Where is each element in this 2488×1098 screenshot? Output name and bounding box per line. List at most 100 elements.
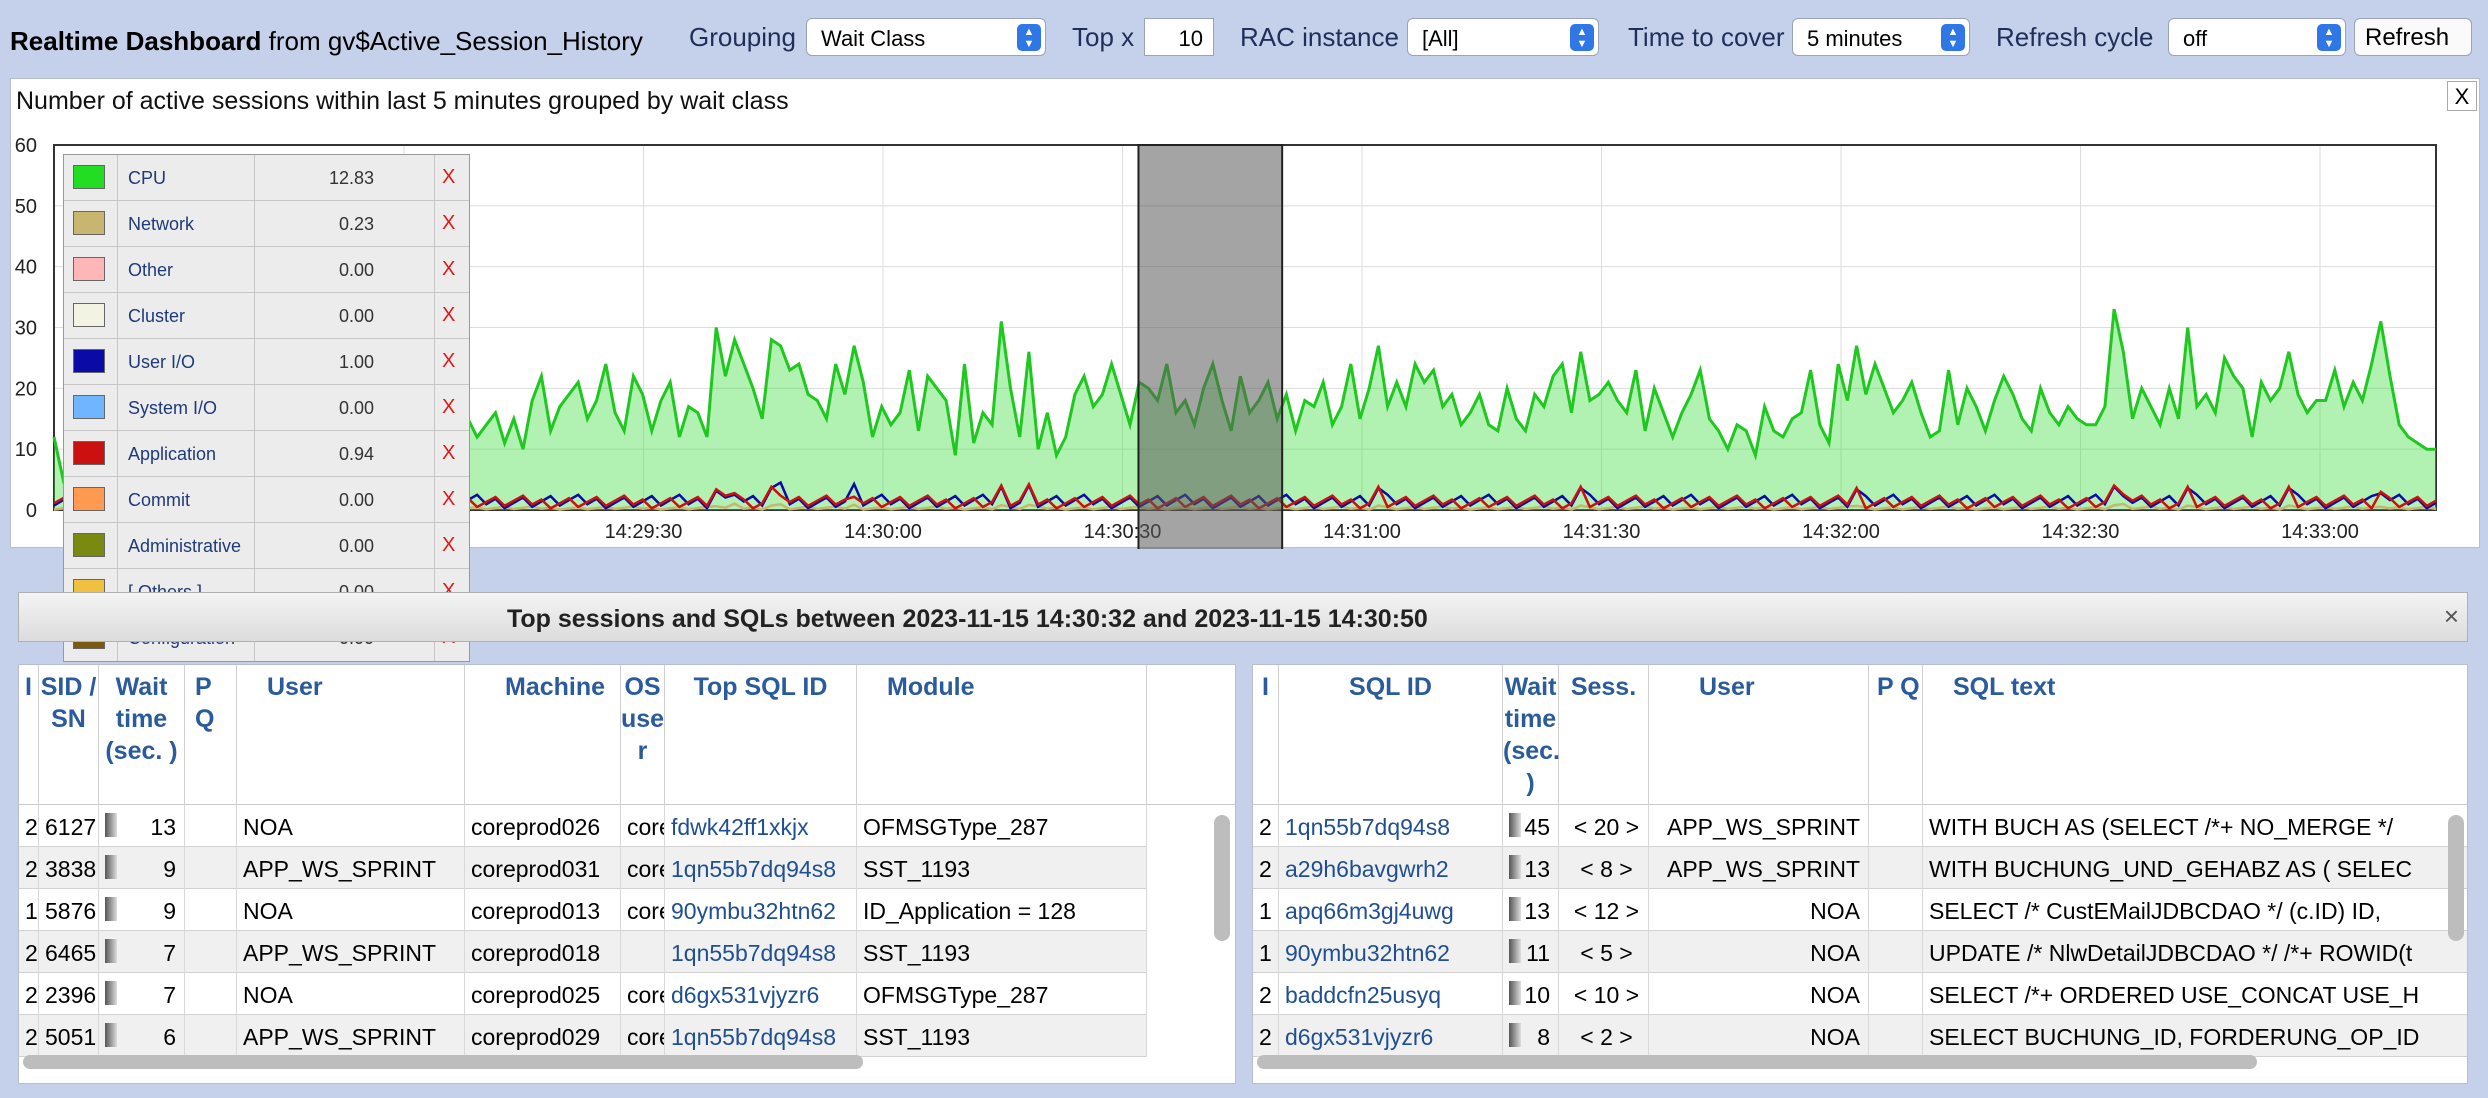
column-header[interactable]: User bbox=[1649, 665, 1869, 805]
module-value: OFMSGType_287 bbox=[863, 982, 1049, 1008]
column-header[interactable]: SID / SN bbox=[39, 665, 99, 805]
rac-instance-select[interactable]: [All] ▲ ▼ bbox=[1407, 18, 1599, 56]
table-header: I SID / SN Wait time (sec. ) P Q User Machine… bbox=[19, 665, 1235, 805]
topx-input[interactable]: 10 bbox=[1144, 18, 1214, 56]
table-cell-sqlid[interactable]: a29h6bavgwrh2 bbox=[1279, 847, 1503, 889]
table-row[interactable]: 2 1qn55b7dq94s8 45 < 20 > APP_WS_SPRINT WITH … bbox=[1253, 805, 2467, 847]
text-value: UPDATE /* NlwDetailJDBCDAO */ /*+ ROWID(… bbox=[1929, 940, 2413, 966]
wait-value: 9 bbox=[163, 856, 176, 882]
legend-remove-button[interactable]: X bbox=[442, 350, 455, 373]
table-cell-os: core bbox=[621, 973, 665, 1015]
legend-row[interactable]: Cluster 0.00 X bbox=[64, 293, 469, 339]
legend-color-swatch[interactable] bbox=[73, 349, 105, 373]
table-cell-i: 1 bbox=[1253, 889, 1279, 931]
legend-color-swatch[interactable] bbox=[73, 533, 105, 557]
column-header[interactable]: Top SQL ID bbox=[665, 665, 857, 805]
time-selection-highlight[interactable] bbox=[1137, 144, 1284, 549]
column-header[interactable]: OS use r bbox=[621, 665, 665, 805]
table-cell-sqlid[interactable]: apq66m3gj4uwg bbox=[1279, 889, 1503, 931]
legend-row[interactable]: System I/O 0.00 X bbox=[64, 385, 469, 431]
machine-value: coreprod026 bbox=[471, 814, 601, 840]
table-row[interactable]: 2 6465, 7 APP_WS_SPRINT coreprod018 1qn55b7dq… bbox=[19, 931, 1147, 973]
legend-remove-button[interactable]: X bbox=[442, 212, 455, 235]
legend-row[interactable]: CPU 12.83 X bbox=[64, 155, 469, 201]
i-value: 1 bbox=[25, 898, 38, 924]
vertical-scrollbar[interactable] bbox=[2448, 815, 2464, 941]
user-value: NOA bbox=[243, 814, 293, 840]
legend-remove-button[interactable]: X bbox=[442, 166, 455, 189]
legend-divider bbox=[117, 523, 118, 568]
horizontal-scrollbar[interactable] bbox=[1257, 1055, 2257, 1069]
table-cell-sql[interactable]: d6gx531vjyzr6 bbox=[665, 973, 857, 1015]
horizontal-scrollbar[interactable] bbox=[23, 1055, 863, 1069]
legend-color-swatch[interactable] bbox=[73, 303, 105, 327]
legend-row[interactable]: Network 0.23 X bbox=[64, 201, 469, 247]
table-row[interactable]: 2 5051, 6 APP_WS_SPRINT coreprod029 core 1qn55… bbox=[19, 1015, 1147, 1057]
legend-row[interactable]: Commit 0.00 X bbox=[64, 477, 469, 523]
table-row[interactable]: 2 d6gx531vjyzr6 8 < 2 > NOA SELECT BUCHUNG_ID… bbox=[1253, 1015, 2467, 1057]
column-header[interactable]: P Q bbox=[185, 665, 237, 805]
chart-close-button[interactable]: X bbox=[2447, 81, 2477, 111]
table-cell-sql[interactable]: 1qn55b7dq94s8 bbox=[665, 931, 857, 973]
table-row[interactable]: 2 6127, 13 NOA coreprod026 core fdwk42ff1xkjx O… bbox=[19, 805, 1147, 847]
table-row[interactable]: 2 baddcfn25usyq 10 < 10 > NOA SELECT /*+ ORDE… bbox=[1253, 973, 2467, 1015]
table-row[interactable]: 1 5876, 9 NOA coreprod013 core 90ymbu32htn62 ID… bbox=[19, 889, 1147, 931]
table-cell-wait: 6 bbox=[99, 1015, 185, 1057]
legend-remove-button[interactable]: X bbox=[442, 396, 455, 419]
legend-remove-button[interactable]: X bbox=[442, 442, 455, 465]
table-cell-sqlid[interactable]: 1qn55b7dq94s8 bbox=[1279, 805, 1503, 847]
legend-divider bbox=[117, 247, 118, 292]
time-to-cover-select[interactable]: 5 minutes ▲ ▼ bbox=[1792, 18, 1970, 56]
column-header[interactable]: Sess. bbox=[1559, 665, 1649, 805]
legend-row[interactable]: User I/O 1.00 X bbox=[64, 339, 469, 385]
column-header[interactable]: P Q bbox=[1869, 665, 1923, 805]
legend-remove-button[interactable]: X bbox=[442, 488, 455, 511]
legend-row[interactable]: Application 0.94 X bbox=[64, 431, 469, 477]
grouping-select[interactable]: Wait Class ▲ ▼ bbox=[806, 18, 1046, 56]
refresh-cycle-select[interactable]: off ▲ ▼ bbox=[2168, 18, 2346, 56]
table-cell-sqlid[interactable]: 90ymbu32htn62 bbox=[1279, 931, 1503, 973]
legend-color-swatch[interactable] bbox=[73, 257, 105, 281]
column-header[interactable]: SQL text bbox=[1923, 665, 2467, 805]
column-header[interactable]: I bbox=[1253, 665, 1279, 805]
column-header[interactable]: Wait time (sec. ) bbox=[1503, 665, 1560, 805]
table-cell-sql[interactable]: fdwk42ff1xkjx bbox=[665, 805, 857, 847]
legend-color-swatch[interactable] bbox=[73, 165, 105, 189]
legend-remove-button[interactable]: X bbox=[442, 258, 455, 281]
refresh-button[interactable]: Refresh bbox=[2354, 18, 2472, 56]
user-value: APP_WS_SPRINT bbox=[243, 940, 436, 966]
vertical-scrollbar[interactable] bbox=[1214, 815, 1230, 941]
column-header[interactable]: SQL ID bbox=[1279, 665, 1503, 805]
legend-color-swatch[interactable] bbox=[73, 487, 105, 511]
table-row[interactable]: 2 a29h6bavgwrh2 13 < 8 > APP_WS_SPRINT WITH B… bbox=[1253, 847, 2467, 889]
column-header[interactable]: Module bbox=[857, 665, 1147, 805]
close-icon[interactable]: × bbox=[2444, 601, 2459, 632]
table-row[interactable]: 2 3838, 9 APP_WS_SPRINT coreprod031 core 1qn55… bbox=[19, 847, 1147, 889]
table-cell-sql[interactable]: 1qn55b7dq94s8 bbox=[665, 847, 857, 889]
table-row[interactable]: 2 2396, 7 NOA coreprod025 core d6gx531vjyzr6 OF… bbox=[19, 973, 1147, 1015]
legend-series-name: Administrative bbox=[128, 536, 242, 556]
column-header[interactable]: User bbox=[237, 665, 465, 805]
table-row[interactable]: 1 90ymbu32htn62 11 < 5 > NOA UPDATE /* NlwDet… bbox=[1253, 931, 2467, 973]
legend-color-swatch[interactable] bbox=[73, 441, 105, 465]
user-value: NOA bbox=[1810, 1024, 1860, 1050]
topx-label: Top x bbox=[1072, 22, 1135, 52]
column-header[interactable]: Wait time (sec. ) bbox=[99, 665, 185, 805]
column-header[interactable]: Machine bbox=[465, 665, 621, 805]
legend-remove-button[interactable]: X bbox=[442, 304, 455, 327]
table-cell-sql[interactable]: 1qn55b7dq94s8 bbox=[665, 1015, 857, 1057]
table-cell-sqlid[interactable]: baddcfn25usyq bbox=[1279, 973, 1503, 1015]
table-cell-sql[interactable]: 90ymbu32htn62 bbox=[665, 889, 857, 931]
legend-remove-button[interactable]: X bbox=[442, 534, 455, 557]
table-cell-sqlid[interactable]: d6gx531vjyzr6 bbox=[1279, 1015, 1503, 1057]
legend-row[interactable]: Other 0.00 X bbox=[64, 247, 469, 293]
table-cell-pq bbox=[185, 847, 237, 889]
table-cell-user: NOA bbox=[1649, 973, 1869, 1015]
y-tick-label: 0 bbox=[26, 500, 37, 522]
legend-color-swatch[interactable] bbox=[73, 395, 105, 419]
table-row[interactable]: 1 apq66m3gj4uwg 13 < 12 > NOA SELECT /* CustE… bbox=[1253, 889, 2467, 931]
legend-color-swatch[interactable] bbox=[73, 211, 105, 235]
legend-row[interactable]: Administrative 0.00 X bbox=[64, 523, 469, 569]
column-header[interactable]: I bbox=[19, 665, 39, 805]
table-cell-machine: coreprod026 bbox=[465, 805, 621, 847]
